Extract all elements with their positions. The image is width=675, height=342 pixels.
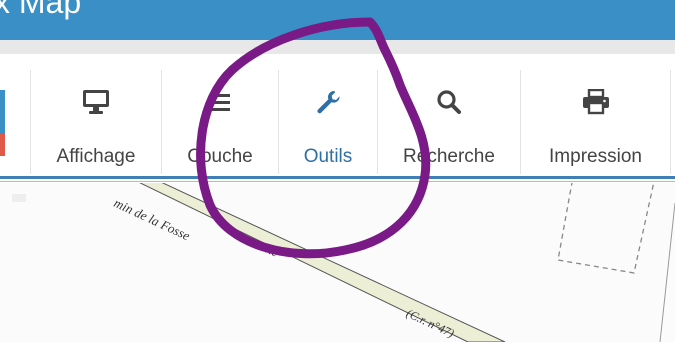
toolbar-left-accent [0, 90, 5, 134]
wrench-icon [315, 89, 341, 120]
tool-recherche-button[interactable]: Recherche [378, 72, 520, 172]
main-toolbar: Affichage Couche Outils Recherche Impres… [0, 58, 675, 176]
map-canvas[interactable]: min de la Fosse ne (C.r. n°47) [0, 183, 675, 342]
toolbar-divider [670, 70, 671, 174]
tool-couche-button[interactable]: Couche [162, 72, 278, 172]
map-features [12, 183, 675, 342]
tool-outils-label: Outils [303, 146, 353, 167]
parcel-outline [557, 183, 655, 274]
print-icon [582, 88, 610, 120]
toolbar-separator-light [0, 181, 675, 182]
road-shape [139, 183, 506, 342]
map-control-stub [12, 194, 26, 202]
title-bar: x Map [0, 0, 675, 40]
tool-impression-button[interactable]: Impression [521, 72, 670, 172]
monitor-icon [82, 89, 110, 120]
tool-recherche-label: Recherche [403, 146, 495, 167]
map-app: x Map Affichage Couche Outils Recherche … [0, 0, 675, 342]
search-icon [436, 89, 462, 120]
toolbar-separator [0, 176, 675, 179]
app-title: x Map [0, 0, 82, 20]
layers-icon [208, 91, 232, 118]
tool-impression-label: Impression [549, 146, 642, 167]
tool-affichage-button[interactable]: Affichage [31, 72, 161, 172]
tool-affichage-label: Affichage [56, 146, 136, 167]
header-strip [0, 40, 675, 54]
toolbar-left-accent-red [0, 134, 5, 156]
tool-outils-button[interactable]: Outils [279, 72, 377, 172]
parcel-boundary [659, 202, 675, 342]
tool-couche-label: Couche [187, 146, 253, 167]
